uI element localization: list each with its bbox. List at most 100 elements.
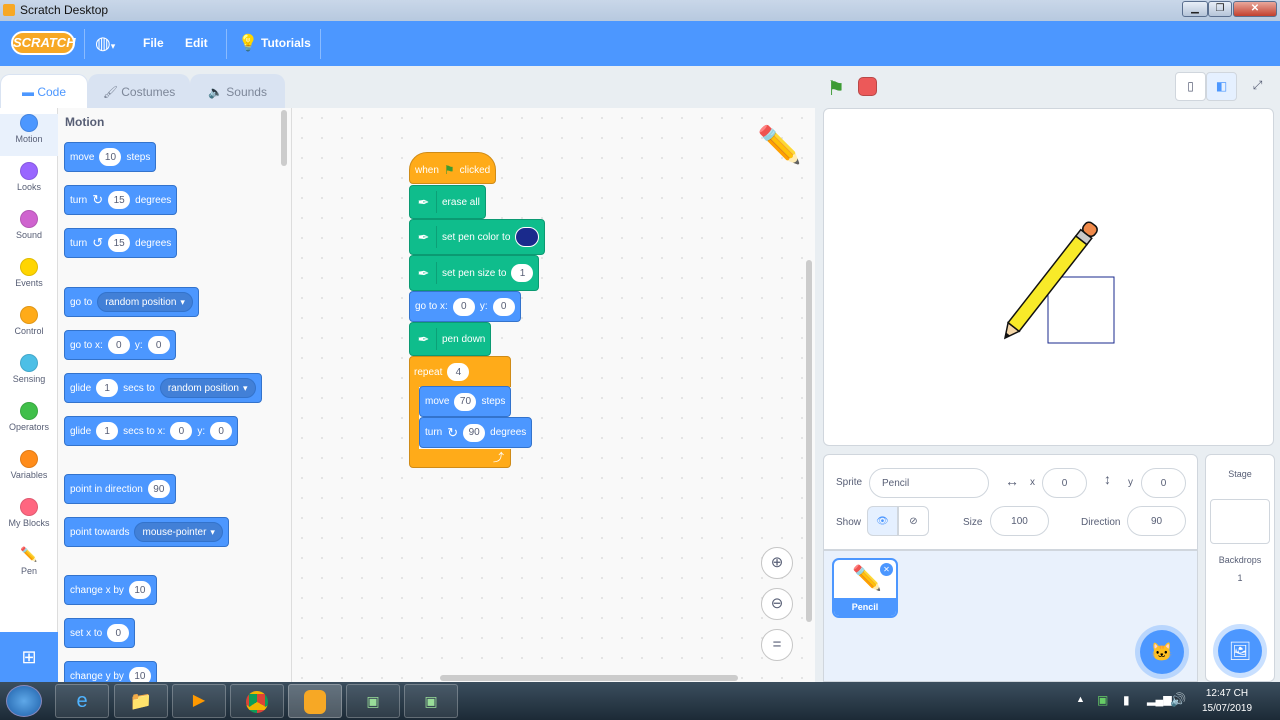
category-sensing[interactable]: Sensing [0,354,58,396]
zoom-reset-button[interactable]: = [761,629,793,661]
tab-code[interactable]: ▬ Code [0,74,88,108]
image-add-icon: 🖼 [1228,641,1252,661]
app-taskbar-icon-2[interactable]: ▣ [404,684,458,718]
set-pen-color-block[interactable]: ✒ set pen color to [409,219,546,255]
palette-gotoxy-block[interactable]: go to x: 0 y: 0 [64,330,176,360]
show-hidden-button[interactable]: ⊘ [898,506,929,536]
tab-sounds[interactable]: 🔈 Sounds [190,74,285,108]
scratch-taskbar-icon[interactable] [288,684,342,718]
show-visible-button[interactable]: 👁 [867,506,898,536]
sprite-thumbnail-pencil[interactable]: ✏️ ✕ Pencil [832,558,898,618]
tab-costumes[interactable]: 🖌 Costumes [88,74,190,108]
tutorials-menu[interactable]: Tutorials [261,21,311,66]
category-sound[interactable]: Sound [0,210,58,252]
palette-glide-block[interactable]: glide 1 secs to random position [64,373,262,403]
workspace-vertical-scrollbar[interactable] [806,260,812,622]
fullscreen-button[interactable]: ⤢ [1242,72,1273,101]
power-icon[interactable]: ▮ [1123,693,1130,707]
lightbulb-icon: 💡 [238,35,258,52]
pen-extension-icon: ✒ [415,328,437,350]
start-button[interactable] [6,685,42,717]
category-motion[interactable]: Motion [0,114,58,156]
add-backdrop-button[interactable]: 🖼 [1218,629,1262,673]
clock-date: 15/07/2019 [1201,703,1253,714]
backdrops-label: Backdrops [1218,555,1262,565]
control-icon [20,306,38,324]
sprite-y-field[interactable]: 0 [1141,468,1186,498]
set-pen-size-block[interactable]: ✒ set pen size to 1 [409,255,540,291]
eye-slash-icon: ⊘ [909,515,918,527]
small-stage-button[interactable]: ▯ [1175,72,1206,101]
globe-icon[interactable]: ◍▾ [95,21,115,66]
minimize-button[interactable]: ▁ [1182,1,1208,17]
brush-icon: 🖌 [102,85,122,99]
system-clock[interactable]: 12:47 CH 15/07/2019 [1196,686,1258,716]
tray-app-icon[interactable]: ▣ [1097,693,1108,707]
palette-point-direction-block[interactable]: point in direction 90 [64,474,176,504]
code-icon: ▬ [21,85,38,99]
erase-all-block[interactable]: ✒ erase all [409,185,486,219]
category-looks[interactable]: Looks [0,162,58,204]
workspace-horizontal-scrollbar[interactable] [440,675,738,681]
explorer-taskbar-icon[interactable]: 📁 [114,684,168,718]
palette-scrollbar[interactable] [281,110,287,166]
category-events[interactable]: Events [0,258,58,300]
menu-divider [320,29,321,59]
category-control[interactable]: Control [0,306,58,348]
large-stage-button[interactable]: ◧ [1206,72,1237,101]
media-player-taskbar-icon[interactable]: ▶ [172,684,226,718]
show-hidden-icons-button[interactable]: ▲ [1076,694,1085,704]
add-sprite-button[interactable]: 🐱 [1140,630,1184,674]
scratch-logo[interactable]: SCRATCH [11,31,76,55]
stage-canvas[interactable] [823,108,1274,446]
palette-goto-block[interactable]: go to random position [64,287,199,317]
direction-label: Direction [1081,517,1121,528]
green-flag-button[interactable]: ⚑ [827,76,845,101]
ie-taskbar-icon[interactable]: e [55,684,109,718]
file-menu[interactable]: File [143,21,164,66]
palette-turn-right-block[interactable]: turn ↻ 15 degrees [64,185,178,215]
category-pen[interactable]: ✏️ Pen [0,546,58,588]
add-extension-button[interactable]: ⊞ [0,632,58,682]
sprite-size-field[interactable]: 100 [990,506,1049,536]
network-icon[interactable]: ▂▄▆ [1147,693,1172,706]
delete-sprite-icon[interactable]: ✕ [880,563,893,576]
my-blocks-icon [20,498,38,516]
pen-color-swatch[interactable] [515,227,540,247]
script-move-block[interactable]: move 70 steps [419,386,512,417]
category-operators[interactable]: Operators [0,402,58,444]
category-variables[interactable]: Variables [0,450,58,492]
pencil-sprite-icon: ✏️ [757,124,802,165]
palette-glidexy-block[interactable]: glide 1 secs to x: 0 y: 0 [64,416,239,446]
sprite-name-field[interactable]: Pencil [869,468,989,498]
palette-point-towards-block[interactable]: point towards mouse-pointer [64,517,229,547]
variables-icon [20,450,38,468]
palette-turn-left-block[interactable]: turn ↺ 15 degrees [64,228,178,258]
palette-change-y-block[interactable]: change y by 10 [64,661,157,682]
script-gotoxy-block[interactable]: go to x: 0 y: 0 [409,291,521,322]
palette-set-x-block[interactable]: set x to 0 [64,618,136,648]
pen-down-block[interactable]: ✒ pen down [409,322,492,356]
stage-thumbnail[interactable] [1210,499,1270,544]
stop-button[interactable] [858,77,877,96]
script-turn-block[interactable]: turn ↻ 90 degrees [419,417,533,448]
palette-move-block[interactable]: move 10 steps [64,142,157,172]
edit-menu[interactable]: Edit [185,21,208,66]
pencil-sprite[interactable] [999,220,1099,342]
category-my-blocks[interactable]: My Blocks [0,498,58,540]
x-label: x [1030,477,1035,488]
app-taskbar-icon[interactable]: ▣ [346,684,400,718]
palette-change-x-block[interactable]: change x by 10 [64,575,157,605]
stage-panel-title: Stage [1228,469,1252,479]
sprite-x-field[interactable]: 0 [1042,468,1087,498]
volume-icon[interactable]: 🔊 [1170,692,1186,708]
maximize-button[interactable]: ❐ [1208,1,1232,17]
zoom-in-button[interactable]: ⊕ [761,547,793,579]
zoom-out-button[interactable]: ⊖ [761,588,793,620]
close-button[interactable]: ✕ [1233,1,1277,17]
sprite-direction-field[interactable]: 90 [1127,506,1186,536]
stage-selector[interactable]: Stage Backdrops 1 🖼 [1205,454,1275,682]
code-workspace[interactable]: ✏️ when ⚑ clicked ✒ erase all ✒ set pen colo… [292,108,815,682]
when-flag-clicked-block[interactable]: when ⚑ clicked [409,152,497,184]
chrome-taskbar-icon[interactable] [230,684,284,718]
